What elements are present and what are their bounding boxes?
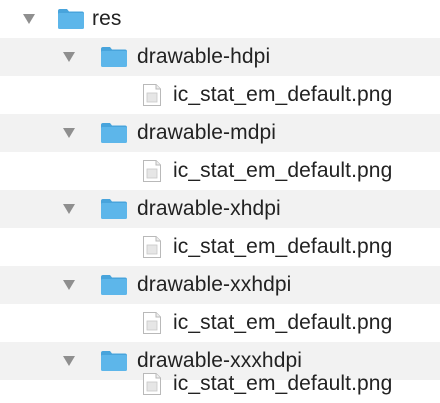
tree-row-drawable-mdpi[interactable]: drawable-mdpi [0, 114, 440, 152]
disclosure-triangle-icon[interactable] [63, 52, 75, 62]
tree-row-file[interactable]: ic_stat_em_default.png [0, 228, 440, 266]
folder-icon [58, 9, 84, 29]
tree-row-file[interactable]: ic_stat_em_default.png [0, 152, 440, 190]
tree-row-file[interactable]: ic_stat_em_default.png [0, 365, 440, 403]
png-file-icon [143, 236, 161, 258]
disclosure-triangle-icon[interactable] [63, 204, 75, 214]
png-file-icon [143, 373, 161, 395]
file-tree: res drawable-hdpi ic_stat_em_default.png… [0, 0, 440, 403]
tree-row-drawable-xhdpi[interactable]: drawable-xhdpi [0, 190, 440, 228]
png-file-icon [143, 312, 161, 334]
tree-row-file[interactable]: ic_stat_em_default.png [0, 76, 440, 114]
tree-row-drawable-xxhdpi[interactable]: drawable-xxhdpi [0, 266, 440, 304]
tree-row-res[interactable]: res [0, 0, 440, 38]
file-label: ic_stat_em_default.png [173, 159, 393, 182]
folder-icon [101, 123, 127, 143]
folder-label: res [92, 7, 122, 30]
folder-label: drawable-mdpi [137, 121, 277, 144]
folder-label: drawable-hdpi [137, 45, 271, 68]
png-file-icon [143, 160, 161, 182]
disclosure-triangle-icon[interactable] [23, 14, 35, 24]
folder-icon [101, 199, 127, 219]
file-label: ic_stat_em_default.png [173, 235, 393, 258]
folder-label: drawable-xxhdpi [137, 273, 292, 296]
folder-label: drawable-xhdpi [137, 197, 281, 220]
tree-row-file[interactable]: ic_stat_em_default.png [0, 304, 440, 342]
file-label: ic_stat_em_default.png [173, 83, 393, 106]
disclosure-triangle-icon[interactable] [63, 280, 75, 290]
file-label: ic_stat_em_default.png [173, 372, 393, 395]
tree-row-drawable-hdpi[interactable]: drawable-hdpi [0, 38, 440, 76]
png-file-icon [143, 84, 161, 106]
folder-icon [101, 47, 127, 67]
file-label: ic_stat_em_default.png [173, 311, 393, 334]
folder-icon [101, 275, 127, 295]
disclosure-triangle-icon[interactable] [63, 128, 75, 138]
